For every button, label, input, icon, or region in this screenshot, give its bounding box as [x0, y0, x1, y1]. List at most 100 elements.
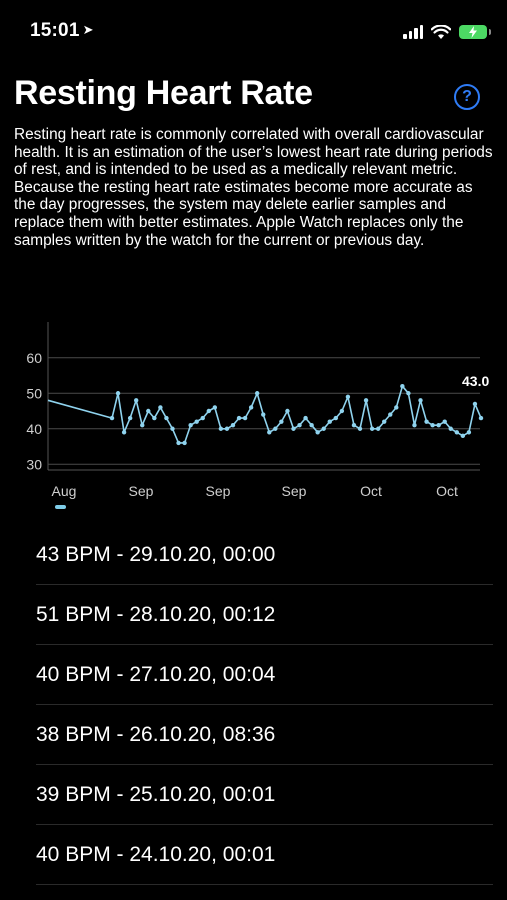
status-time-text: 15:01 [30, 20, 80, 41]
chart-data-point [127, 415, 133, 421]
chart-y-tick-label: 30 [26, 456, 42, 472]
chart-data-point [448, 426, 453, 431]
chart-data-point [424, 419, 429, 424]
chart-data-point [436, 423, 441, 428]
chart-data-point [164, 415, 169, 421]
battery-charging-icon [459, 25, 491, 39]
chart-data-point [170, 426, 175, 431]
chart-data-point [152, 415, 157, 421]
chart-data-point [133, 398, 139, 403]
chart-data-point [430, 423, 435, 428]
chart-data-point [412, 423, 417, 428]
cellular-signal-icon [403, 25, 423, 39]
help-button[interactable]: ? [454, 84, 480, 110]
chart-latest-value-label: 43.0 [462, 373, 489, 389]
page-title: Resting Heart Rate [14, 74, 313, 112]
chart-data-point [146, 408, 151, 414]
list-item[interactable]: 40 BPM - 27.10.20, 00:04 [36, 645, 493, 705]
chart-data-point [194, 419, 199, 424]
chart-x-tick-label: Oct [360, 483, 382, 499]
chart-data-point [345, 394, 351, 399]
chart-data-point [109, 415, 115, 421]
chart-data-point [400, 383, 405, 389]
chart-data-point [406, 391, 411, 396]
chart-data-point [327, 419, 332, 424]
chart-data-point [303, 415, 308, 421]
list-item[interactable]: 39 BPM - 25.10.20, 00:01 [36, 765, 493, 825]
chart-data-point [351, 423, 357, 428]
chart-data-point [466, 430, 472, 435]
chart-data-point [261, 412, 266, 417]
list-item[interactable]: 43 BPM - 29.10.20, 00:00 [36, 525, 493, 585]
chart-data-point [140, 423, 145, 428]
chart-data-point [212, 405, 218, 410]
chart-data-point [460, 433, 466, 439]
chart-grid [47, 322, 480, 471]
chart-data-point [454, 430, 460, 435]
resting-heart-rate-chart[interactable]: 60 50 40 30 Aug Sep Sep Sep Oct Oct 43.0 [0, 320, 507, 520]
chart-data-point [176, 440, 181, 446]
chart-data-point [472, 401, 478, 407]
chart-x-tick-label: Sep [282, 483, 307, 499]
chart-y-tick-label: 50 [26, 385, 42, 401]
chart-scroll-indicator [55, 505, 66, 509]
chart-data-point [291, 426, 296, 431]
chart-data-point [248, 405, 254, 410]
chart-data-point [388, 412, 393, 417]
chart-x-tick-label: Sep [206, 483, 231, 499]
chart-data-point [242, 415, 248, 421]
chart-data-point [333, 415, 339, 421]
chart-data-point [297, 423, 302, 428]
chart-data-point [375, 426, 381, 431]
chart-data-point [357, 426, 363, 431]
list-item[interactable]: 40 BPM - 24.10.20, 00:01 [36, 825, 493, 885]
chart-data-point [158, 405, 163, 410]
sample-label: 39 BPM - 25.10.20, 00:01 [36, 782, 276, 806]
chart-data-point [224, 426, 230, 431]
list-item[interactable]: 38 BPM - 26.10.20, 08:36 [36, 705, 493, 765]
chart-data-point [363, 398, 369, 403]
chart-data-point [273, 426, 278, 431]
sample-label: 51 BPM - 28.10.20, 00:12 [36, 602, 276, 626]
chart-data-point [200, 415, 205, 421]
chart-data-point [285, 408, 290, 414]
samples-list: 43 BPM - 29.10.20, 00:00 51 BPM - 28.10.… [36, 525, 493, 885]
status-bar: 15:01 ➤ [0, 0, 507, 64]
chart-y-tick-label: 60 [26, 350, 42, 366]
chart-data-point [254, 391, 260, 396]
sample-label: 38 BPM - 26.10.20, 08:36 [36, 722, 276, 746]
chart-data-point [188, 423, 193, 428]
chart-data-point [369, 426, 375, 431]
chart-data-point [382, 419, 387, 424]
sample-label: 43 BPM - 29.10.20, 00:00 [36, 542, 276, 566]
chart-data-point [315, 430, 320, 435]
status-icons [403, 22, 491, 42]
chart-data-point [218, 426, 224, 431]
chart-data-point [394, 405, 399, 410]
description-text: Resting heart rate is commonly correlate… [14, 126, 493, 249]
chart-x-axis-labels: Aug Sep Sep Sep Oct Oct [52, 483, 458, 499]
chart-y-axis-labels: 60 50 40 30 [26, 350, 42, 473]
chart-data-point [121, 430, 127, 435]
chart-data-point [230, 423, 236, 428]
chart-x-tick-label: Oct [436, 483, 458, 499]
sample-label: 40 BPM - 24.10.20, 00:01 [36, 842, 276, 866]
sample-label: 40 BPM - 27.10.20, 00:04 [36, 662, 276, 686]
chart-x-tick-label: Sep [129, 483, 154, 499]
chart-x-tick-label: Aug [52, 483, 77, 499]
chart-data-point [339, 408, 345, 414]
chart-y-tick-label: 40 [26, 421, 42, 437]
chart-data-point [321, 426, 326, 431]
chart-data-point [418, 398, 423, 403]
chart-data-point [267, 430, 272, 435]
chart-data-point [182, 440, 187, 446]
list-item[interactable]: 51 BPM - 28.10.20, 00:12 [36, 585, 493, 645]
chart-data-point [206, 408, 211, 414]
chart-data-point [279, 419, 284, 424]
status-time: 15:01 ➤ [30, 20, 94, 42]
chart-data-point [478, 415, 484, 421]
chart-data-point [115, 391, 121, 396]
wifi-icon [431, 24, 451, 39]
chart-data-point [309, 423, 314, 428]
chart-data-point [236, 415, 242, 421]
